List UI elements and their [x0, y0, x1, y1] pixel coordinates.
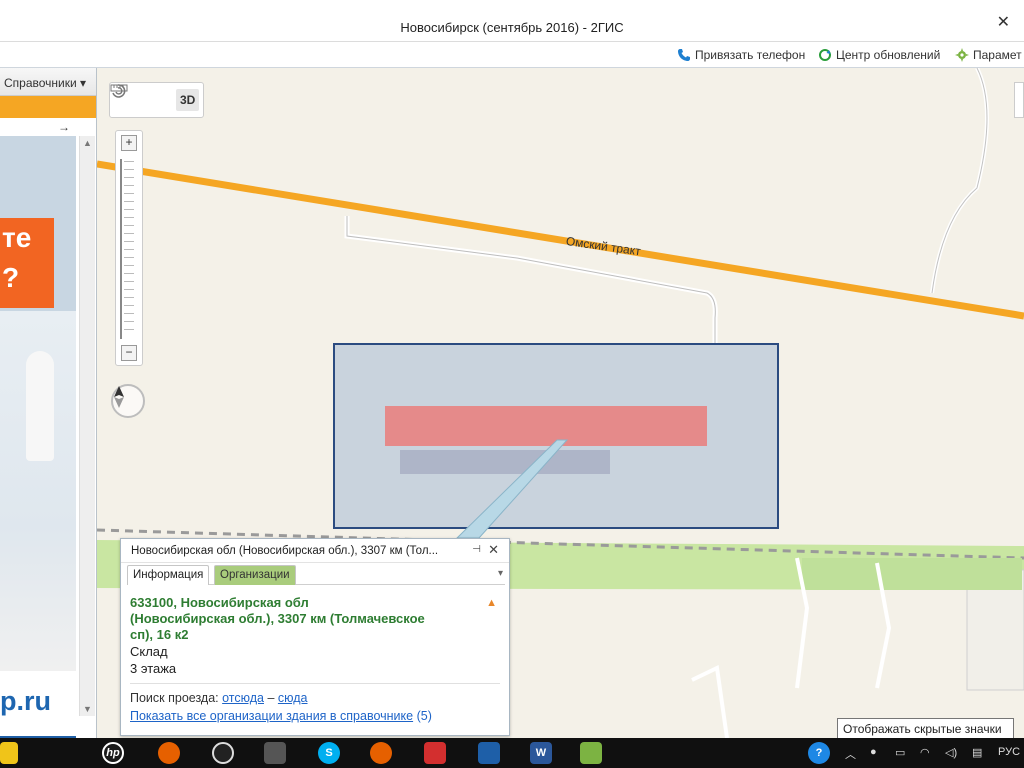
reference-header[interactable]: Справочники ▾ — [0, 68, 96, 96]
popup-header: Новосибирская обл (Новосибирская обл.), … — [121, 539, 509, 563]
show-all-orgs: Показать все организации здания в справо… — [130, 709, 432, 723]
pin-icon[interactable]: ⊣ — [472, 544, 481, 555]
tray-app-icon[interactable]: ● — [870, 746, 877, 758]
language-indicator[interactable]: РУС — [998, 746, 1020, 758]
zoom-out-button[interactable]: − — [121, 345, 137, 361]
show-all-orgs-link[interactable]: Показать все организации здания в справо… — [130, 709, 413, 723]
hidden-icons-tooltip: Отображать скрытые значки — [837, 718, 1014, 740]
tab-info[interactable]: Информация — [127, 565, 210, 585]
gear-icon — [954, 48, 969, 63]
zoom-control: + − — [115, 130, 143, 366]
ad-headline: те ? — [0, 218, 54, 308]
rotate-icon[interactable] — [112, 84, 168, 111]
2gis-icon[interactable] — [580, 742, 602, 764]
firefox-icon[interactable] — [158, 742, 180, 764]
close-icon[interactable]: ✕ — [997, 12, 1010, 32]
title-bar: Новосибирск (сентябрь 2016) - 2ГИС ✕ — [0, 0, 1024, 42]
word-icon[interactable]: W — [530, 742, 552, 764]
refresh-icon — [817, 48, 832, 63]
firefox-alt-icon[interactable] — [370, 742, 392, 764]
scroll-down-icon[interactable]: ▼ — [83, 704, 92, 714]
skype-icon[interactable]: S — [318, 742, 340, 764]
zoom-scale — [124, 161, 134, 337]
compass-icon[interactable] — [111, 384, 145, 418]
bind-phone-button[interactable]: Привязать телефон — [676, 46, 805, 64]
settings-label: Парамет — [973, 48, 1022, 62]
battery-icon[interactable]: ▭ — [895, 746, 905, 759]
bind-phone-label: Привязать телефон — [695, 48, 806, 62]
3d-toggle-button[interactable]: 3D — [176, 89, 200, 111]
settings-button[interactable]: Парамет — [954, 46, 1022, 64]
building-selected[interactable] — [385, 406, 707, 446]
red-app-icon[interactable] — [424, 742, 446, 764]
scroll-up-icon[interactable]: ▲ — [83, 138, 92, 148]
ccleaner-icon[interactable] — [212, 742, 234, 764]
route-dash: – — [267, 691, 275, 705]
orgs-count: (5) — [416, 709, 432, 723]
update-center-label: Центр обновлений — [836, 48, 941, 62]
notifications-icon[interactable]: ▤ — [972, 746, 982, 759]
close-icon[interactable]: ✕ — [488, 542, 499, 558]
tabs-menu-icon[interactable]: ▾ — [498, 568, 503, 579]
route-from-link[interactable]: отсюда — [222, 691, 264, 705]
building-type: Склад — [130, 644, 168, 659]
top-toolbar: Привязать телефон Центр обновлений Парам… — [0, 42, 1024, 68]
tab-organizations[interactable]: Организации — [214, 565, 296, 585]
help-icon[interactable]: ? — [808, 742, 830, 764]
phone-icon — [676, 48, 691, 63]
volume-icon[interactable]: ◁) — [945, 746, 957, 759]
window-title: Новосибирск (сентябрь 2016) - 2ГИС — [400, 20, 624, 35]
hp-icon[interactable]: hp — [102, 742, 124, 764]
building-secondary[interactable] — [400, 450, 610, 474]
map-menu-button[interactable] — [1014, 82, 1024, 118]
left-panel-accent-bar — [0, 96, 96, 118]
main-road — [97, 160, 1024, 320]
ad-headline-line-1: те — [2, 222, 32, 253]
map-tools: 3D — [109, 82, 204, 118]
popup-body: 633100, Новосибирская обл (Новосибирская… — [130, 595, 500, 677]
left-panel: Справочники ▾ → те ? p.ru 90-09 ▲ ▼ — [0, 68, 97, 738]
popup-divider — [130, 683, 500, 684]
ad-headline-line-2: ? — [2, 262, 20, 293]
green-zone-right — [802, 558, 1022, 590]
show-hidden-icons-chevron[interactable]: ︿ — [845, 746, 856, 762]
reference-label: Справочники ▾ — [4, 76, 87, 90]
ad-image-lamp — [26, 351, 54, 461]
route-label: Поиск проезда: — [130, 691, 219, 705]
wifi-icon[interactable]: ◠ — [920, 746, 930, 759]
arrow-right-icon[interactable]: → — [58, 120, 70, 134]
advertisement-banner[interactable]: те ? p.ru 90-09 — [0, 136, 76, 738]
address-line-1: 633100, Новосибирская обл — [130, 595, 309, 610]
address-line-3: сп), 16 к2 — [130, 627, 189, 642]
update-center-button[interactable]: Центр обновлений — [817, 46, 940, 64]
info-popup: Новосибирская обл (Новосибирская обл.), … — [120, 538, 510, 736]
zoom-in-button[interactable]: + — [121, 135, 137, 151]
dropdown-icon: ▾ — [80, 76, 87, 90]
ad-url: p.ru — [0, 686, 51, 716]
route-to-link[interactable]: сюда — [278, 691, 308, 705]
building-floors: 3 этажа — [130, 661, 177, 676]
route-search: Поиск проезда: отсюда – сюда — [130, 691, 308, 705]
popup-tabs: Информация Организации ▾ — [127, 565, 505, 585]
app-icon[interactable] — [264, 742, 286, 764]
popup-title: Новосибирская обл (Новосибирская обл.), … — [131, 545, 439, 557]
taskbar: hp S W ? ︿ ● ▭ ◠ ◁) ▤ РУС — [0, 738, 1024, 768]
left-panel-scrollbar[interactable]: ▲ ▼ — [79, 136, 95, 716]
address-line-2: (Новосибирская обл.), 3307 км (Толмачевс… — [130, 611, 425, 626]
zoom-track[interactable] — [120, 159, 122, 339]
map-canvas[interactable]: Омский тракт 3D + − Новосибирская обл (Н… — [97, 68, 1024, 738]
file-explorer-icon[interactable] — [0, 742, 18, 764]
save-icon[interactable] — [478, 742, 500, 764]
